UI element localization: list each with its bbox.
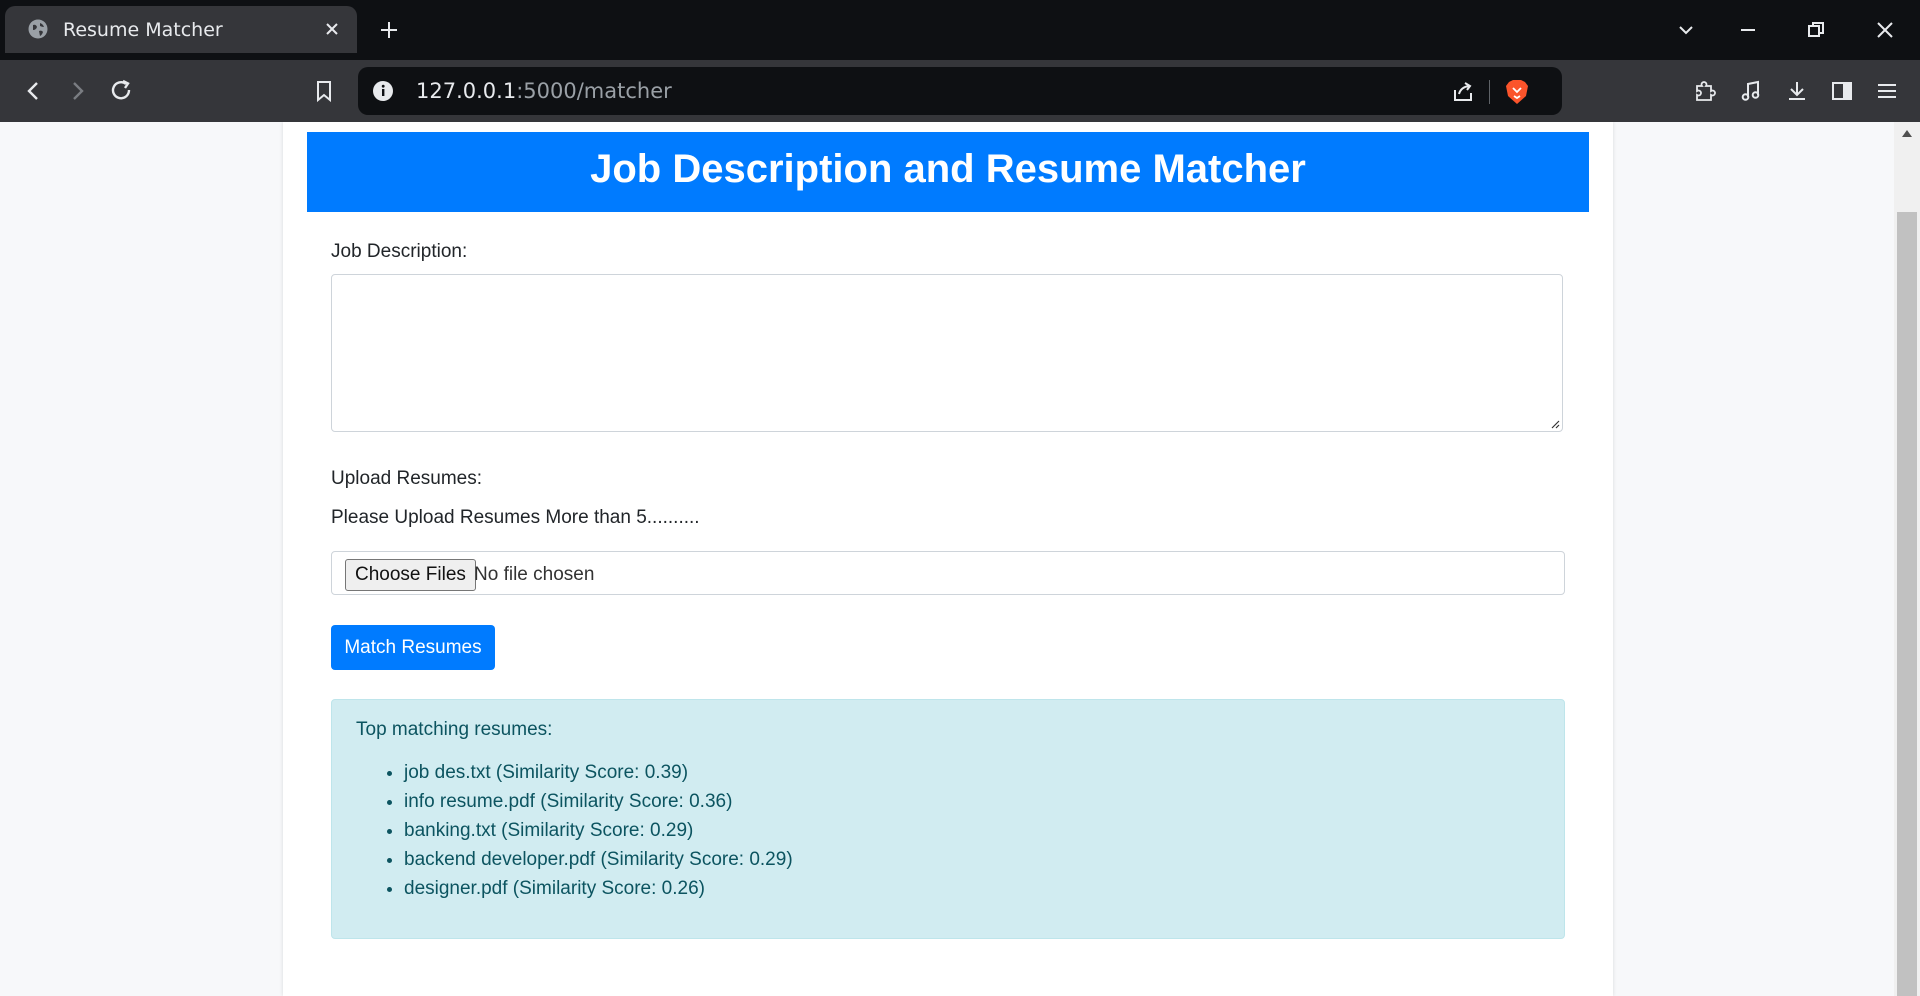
hamburger-menu-icon[interactable]	[1873, 77, 1901, 105]
main-container: Job Description and Resume Matcher Job D…	[283, 122, 1613, 996]
omnibox-separator	[1489, 80, 1490, 104]
list-item: banking.txt (Similarity Score: 0.29)	[404, 816, 793, 845]
minimize-icon[interactable]	[1736, 18, 1760, 42]
reload-icon[interactable]	[108, 77, 136, 105]
job-description-textarea[interactable]	[331, 274, 1563, 432]
job-description-label: Job Description:	[331, 241, 468, 262]
results-list: job des.txt (Similarity Score: 0.39) inf…	[356, 758, 793, 903]
vertical-scrollbar[interactable]	[1894, 122, 1920, 996]
restore-icon[interactable]	[1804, 18, 1828, 42]
close-icon[interactable]	[321, 18, 343, 40]
url-text[interactable]: 127.0.0.1:5000/matcher	[416, 79, 672, 103]
browser-toolbar: 127.0.0.1:5000/matcher	[0, 60, 1920, 122]
chevron-down-icon[interactable]	[1674, 18, 1698, 42]
download-icon[interactable]	[1783, 77, 1811, 105]
window-close-icon[interactable]	[1873, 18, 1897, 42]
url-path: :5000/matcher	[516, 79, 672, 103]
match-resumes-button[interactable]: Match Resumes	[331, 625, 495, 670]
resume-file-input[interactable]: Choose Files No file chosen	[331, 551, 1565, 595]
list-item: info resume.pdf (Similarity Score: 0.36)	[404, 787, 793, 816]
info-icon[interactable]	[372, 80, 394, 102]
scrollbar-thumb[interactable]	[1897, 212, 1917, 996]
url-host: 127.0.0.1	[416, 79, 517, 103]
browser-titlebar: Resume Matcher	[0, 0, 1920, 60]
brave-lion-icon[interactable]	[1504, 78, 1530, 106]
scroll-up-arrow-icon[interactable]	[1902, 130, 1912, 137]
back-arrow-icon[interactable]	[20, 77, 48, 105]
upload-resumes-label: Upload Resumes:	[331, 468, 483, 489]
results-panel: Top matching resumes: job des.txt (Simil…	[331, 699, 1565, 939]
page-title: Job Description and Resume Matcher	[307, 132, 1589, 212]
list-item: job des.txt (Similarity Score: 0.39)	[404, 758, 793, 787]
resize-grip-icon[interactable]	[1548, 417, 1560, 429]
plus-icon[interactable]	[376, 17, 402, 43]
list-item: designer.pdf (Similarity Score: 0.26)	[404, 874, 793, 903]
page-viewport: Job Description and Resume Matcher Job D…	[0, 122, 1920, 996]
browser-tab[interactable]: Resume Matcher	[5, 6, 357, 53]
sidebar-icon[interactable]	[1828, 77, 1856, 105]
no-file-chosen-text: No file chosen	[474, 564, 595, 585]
choose-files-button[interactable]: Choose Files	[345, 559, 476, 591]
bookmark-icon[interactable]	[310, 77, 338, 105]
tab-title: Resume Matcher	[63, 19, 223, 41]
address-bar[interactable]: 127.0.0.1:5000/matcher	[358, 67, 1562, 115]
upload-note: Please Upload Resumes More than 5.......…	[331, 507, 700, 528]
music-note-icon[interactable]	[1737, 77, 1765, 105]
puzzle-icon[interactable]	[1691, 77, 1719, 105]
share-icon[interactable]	[1450, 79, 1476, 105]
list-item: backend developer.pdf (Similarity Score:…	[404, 845, 793, 874]
globe-icon	[28, 19, 48, 39]
forward-arrow-icon[interactable]	[63, 77, 91, 105]
results-heading: Top matching resumes:	[356, 719, 553, 740]
